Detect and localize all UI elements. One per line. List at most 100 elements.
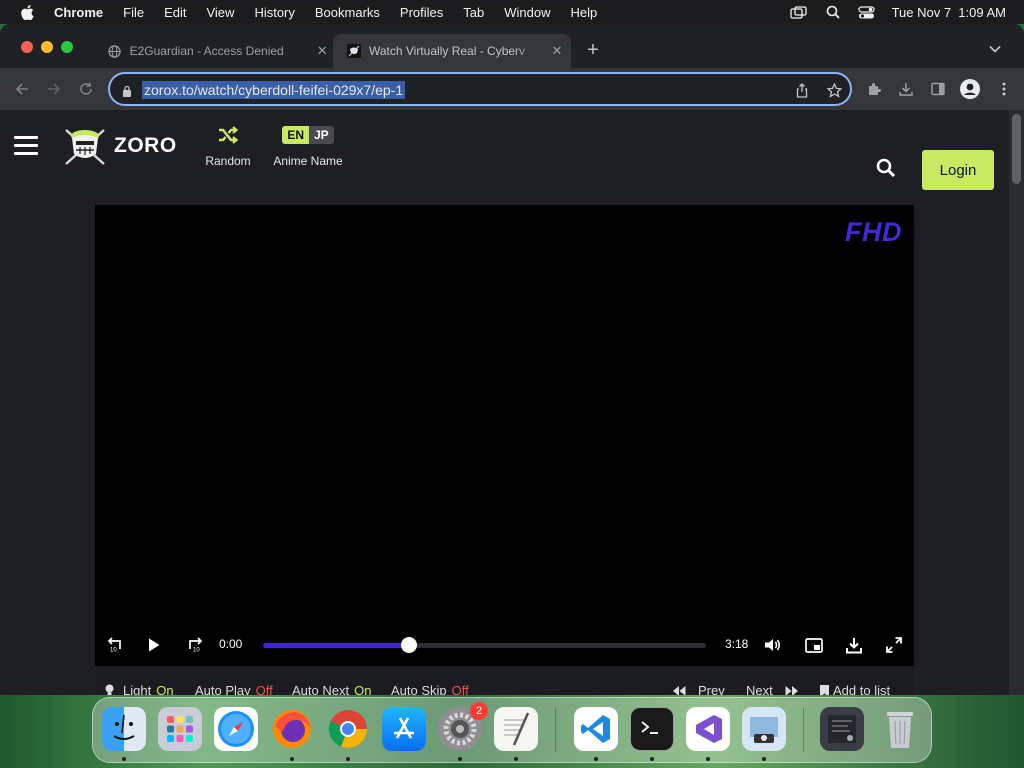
- fullscreen-icon[interactable]: [884, 635, 904, 655]
- download-icon[interactable]: [844, 635, 864, 655]
- menu-tab[interactable]: Tab: [463, 5, 484, 20]
- prev-label: Prev: [698, 683, 725, 695]
- menu-edit[interactable]: Edit: [164, 5, 186, 20]
- search-icon[interactable]: [876, 158, 896, 178]
- light-label: Light: [123, 683, 152, 695]
- app-store-icon[interactable]: [382, 707, 426, 751]
- bookmark-star-icon[interactable]: [826, 82, 842, 98]
- menubar: Chrome File Edit View History Bookmarks …: [0, 0, 1024, 24]
- menu-view[interactable]: View: [206, 5, 234, 20]
- rewind-10-icon[interactable]: 10: [105, 635, 125, 655]
- picture-in-picture-icon[interactable]: [804, 635, 824, 655]
- screen-mirroring-icon[interactable]: [790, 5, 808, 19]
- random-link[interactable]: Random: [202, 122, 254, 168]
- tab-close-icon[interactable]: ✕: [549, 43, 565, 59]
- svg-text:10: 10: [110, 648, 117, 654]
- anime-name-language-toggle[interactable]: EN JP Anime Name: [268, 122, 348, 168]
- share-icon[interactable]: [794, 82, 810, 98]
- extensions-puzzle-icon[interactable]: [864, 79, 884, 99]
- firefox-icon[interactable]: [270, 707, 314, 751]
- control-center-icon[interactable]: [858, 5, 876, 19]
- menu-bookmarks[interactable]: Bookmarks: [315, 5, 380, 20]
- autoskip-value: Off: [451, 683, 469, 695]
- forward-10-icon[interactable]: 10: [185, 635, 205, 655]
- address-bar[interactable]: zorox.to/watch/cyberdoll-feifei-029x7/ep…: [108, 72, 852, 106]
- shuffle-icon: [202, 122, 254, 148]
- window-zoom-button[interactable]: [61, 41, 73, 53]
- dock: 2: [92, 697, 932, 763]
- prev-episode-button[interactable]: Prev: [673, 683, 725, 695]
- autoskip-toggle[interactable]: Auto Skip Off: [391, 683, 469, 695]
- video-player[interactable]: FHD 10 10 0:00 3:18: [95, 205, 914, 666]
- running-indicator: [594, 757, 598, 761]
- quality-badge: FHD: [845, 217, 902, 247]
- profile-avatar-icon[interactable]: [960, 79, 980, 99]
- running-indicator: [650, 757, 654, 761]
- apple-icon[interactable]: [20, 4, 34, 20]
- language-toggle[interactable]: EN JP: [282, 126, 334, 144]
- menu-file[interactable]: File: [123, 5, 144, 20]
- light-toggle[interactable]: Light On: [105, 683, 174, 695]
- textedit-icon[interactable]: [494, 707, 538, 751]
- lock-icon[interactable]: [122, 84, 132, 97]
- volume-icon[interactable]: [763, 635, 783, 655]
- site-logo-text[interactable]: ZORO: [114, 134, 177, 158]
- menubar-clock[interactable]: Tue Nov 7 1:09 AM: [892, 5, 1006, 20]
- forward-arrow-icon[interactable]: [44, 79, 64, 99]
- visual-studio-icon[interactable]: [686, 707, 730, 751]
- preview-icon[interactable]: [742, 707, 786, 751]
- safari-icon[interactable]: [214, 707, 258, 751]
- menu-profiles[interactable]: Profiles: [400, 5, 443, 20]
- trash-icon[interactable]: [878, 707, 922, 751]
- autonext-toggle[interactable]: Auto Next On: [292, 683, 371, 695]
- lang-jp-option[interactable]: JP: [308, 126, 334, 144]
- hamburger-menu-icon[interactable]: [14, 136, 38, 156]
- lightbulb-icon: [105, 684, 114, 695]
- downloads-stack-icon[interactable]: [820, 707, 864, 751]
- zoro-logo-icon[interactable]: [62, 124, 108, 166]
- url-text[interactable]: zorox.to/watch/cyberdoll-feifei-029x7/ep…: [142, 81, 406, 99]
- next-label: Next: [746, 683, 773, 695]
- finder-icon[interactable]: [102, 707, 146, 751]
- tab-zoro-watch[interactable]: Watch Virtually Real - Cyberv ✕: [333, 34, 571, 68]
- side-panel-icon[interactable]: [928, 79, 948, 99]
- launchpad-icon[interactable]: [158, 707, 202, 751]
- menu-help[interactable]: Help: [571, 5, 598, 20]
- window-minimize-button[interactable]: [41, 41, 53, 53]
- menu-window[interactable]: Window: [504, 5, 550, 20]
- system-settings-icon[interactable]: 2: [438, 702, 488, 751]
- seek-bar[interactable]: [263, 637, 706, 653]
- page-scrollbar[interactable]: [1009, 110, 1024, 695]
- scrollbar-thumb[interactable]: [1012, 114, 1021, 184]
- lang-en-option[interactable]: EN: [282, 126, 309, 144]
- next-episode-button[interactable]: Next: [746, 683, 798, 695]
- downloads-icon[interactable]: [896, 79, 916, 99]
- tab-close-icon[interactable]: ✕: [314, 43, 330, 59]
- seek-bar-handle[interactable]: [401, 637, 418, 653]
- terminal-icon[interactable]: [630, 707, 674, 751]
- menu-history[interactable]: History: [254, 5, 294, 20]
- chrome-icon[interactable]: [326, 707, 370, 751]
- back-arrow-icon[interactable]: [12, 79, 32, 99]
- spotlight-search-icon[interactable]: [824, 5, 842, 19]
- tab-search-chevron-icon[interactable]: [988, 42, 1002, 56]
- chrome-menu-icon[interactable]: [994, 79, 1014, 99]
- light-value: On: [156, 683, 174, 695]
- tab-e2guardian[interactable]: E2Guardian - Access Denied ✕: [94, 34, 330, 68]
- autonext-label: Auto Next: [292, 683, 350, 695]
- add-to-list-button[interactable]: Add to list: [820, 683, 890, 695]
- running-indicator: [290, 757, 294, 761]
- random-label: Random: [205, 154, 251, 168]
- reload-icon[interactable]: [76, 79, 96, 99]
- svg-text:10: 10: [193, 648, 200, 654]
- new-tab-button[interactable]: +: [583, 40, 603, 61]
- dock-separator: [555, 708, 556, 752]
- login-button[interactable]: Login: [922, 150, 994, 190]
- play-icon[interactable]: [144, 635, 164, 655]
- vscode-icon[interactable]: [574, 707, 618, 751]
- running-indicator: [706, 757, 710, 761]
- autoplay-toggle[interactable]: Auto Play Off: [195, 683, 273, 695]
- menu-app-name[interactable]: Chrome: [54, 5, 103, 20]
- site-header: ZORO Random EN JP Anime Name Login: [0, 110, 1009, 190]
- window-close-button[interactable]: [21, 41, 33, 53]
